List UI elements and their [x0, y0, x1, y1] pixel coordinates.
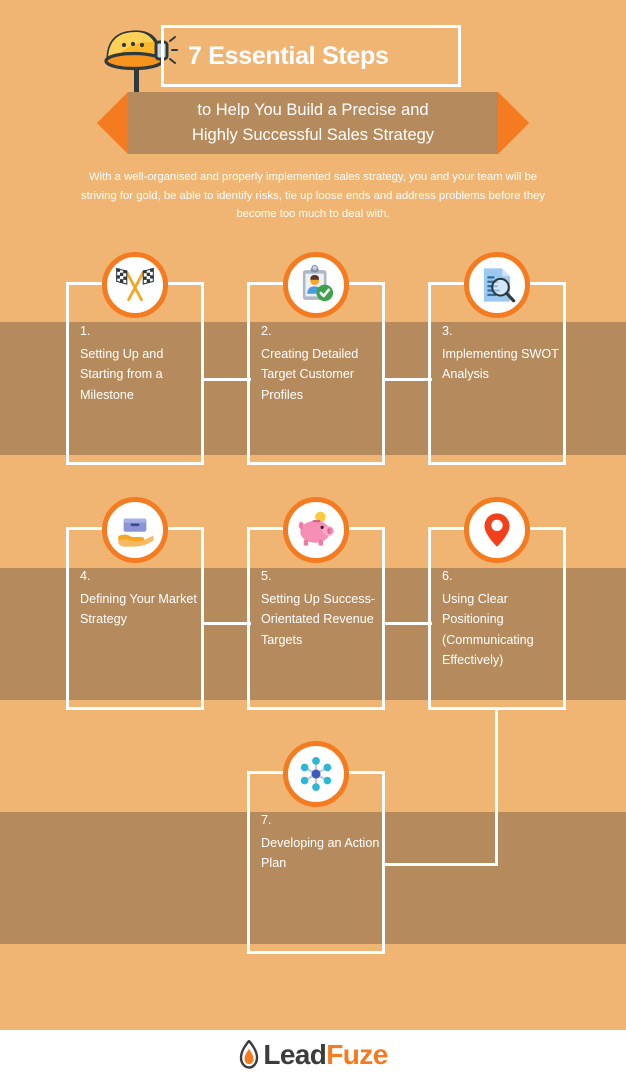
step-title: Defining Your Market Strategy [80, 591, 197, 627]
connector-5-to-6 [382, 622, 432, 625]
connector-1-to-2 [201, 378, 251, 381]
step-title: Setting Up and Starting from a Milestone [80, 346, 164, 402]
leadfuze-logo[interactable]: LeadFuze [238, 1039, 388, 1071]
piggy-bank-icon [283, 497, 349, 563]
document-magnifier-icon [464, 252, 530, 318]
hand-holding-box-icon [102, 497, 168, 563]
subtitle-line-2: Highly Successful Sales Strategy [191, 126, 435, 144]
connector-2-to-3 [382, 378, 432, 381]
step-number: 1. [80, 324, 91, 338]
connector-6-to-7-horizontal [382, 863, 498, 866]
step-title: Using Clear Positioning (Communicating E… [442, 591, 534, 668]
step-number: 6. [442, 569, 453, 583]
step-number: 5. [261, 569, 272, 583]
intro-paragraph: With a well-organised and properly imple… [80, 171, 546, 220]
racing-flags-icon [102, 252, 168, 318]
map-pin-icon [464, 497, 530, 563]
step-number: 4. [80, 569, 91, 583]
connector-4-to-5 [201, 622, 251, 625]
subtitle-line-1: to Help You Build a Precise and [197, 101, 429, 119]
step-title: Developing an Action Plan [261, 835, 380, 871]
footer: LeadFuze [0, 1030, 626, 1080]
step-number: 7. [261, 813, 272, 827]
page-title: 7 Essential Steps [188, 41, 389, 70]
step-number: 2. [261, 324, 272, 338]
step-title: Setting Up Success-Orientated Revenue Ta… [261, 591, 376, 647]
network-nodes-icon [283, 741, 349, 807]
logo-text-lead: Lead [263, 1039, 327, 1070]
step-title: Implementing SWOT Analysis [442, 346, 559, 382]
step-number: 3. [442, 324, 453, 338]
step-title: Creating Detailed Target Customer Profil… [261, 346, 359, 402]
connector-6-to-7-vertical [495, 708, 498, 866]
flame-icon [240, 1040, 259, 1069]
infographic-canvas: 7 Essential Steps to Help You Build a Pr… [0, 0, 626, 1080]
subtitle-ribbon: to Help You Build a Precise and Highly S… [128, 92, 498, 154]
logo-text-fuze: Fuze [326, 1039, 388, 1070]
logo-text: LeadFuze [263, 1039, 388, 1071]
title-box: 7 Essential Steps [161, 25, 461, 87]
customer-profile-check-icon [283, 252, 349, 318]
